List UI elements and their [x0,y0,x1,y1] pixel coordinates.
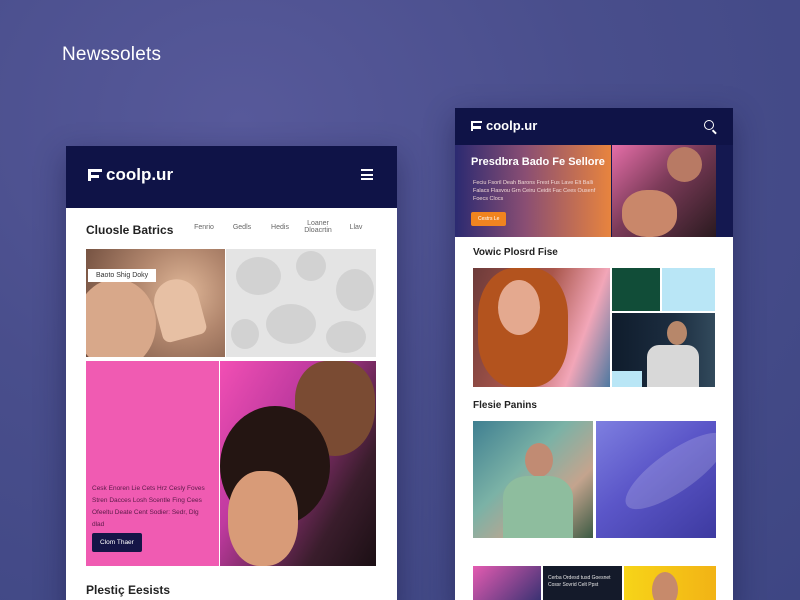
pattern-blob [326,321,366,353]
left-subnav: Cluosle Batrics Fenrio Gedls Hedis Loane… [66,208,397,248]
face-shape [652,572,678,600]
fashion-model-image[interactable] [473,421,593,538]
hero-title: Presdbra Bado Fe Sellore [471,156,605,168]
hero-button[interactable]: Cestrs Le [471,212,507,226]
nav-link-4[interactable]: Loaner Dloacrtin [299,220,337,234]
pink-promo-panel: Cesk Enoren Lie Cets Hrz Cesly Foves Str… [86,361,219,566]
man-portrait-image[interactable] [612,313,715,387]
dress-shape [503,476,573,538]
left-mockup: coolp.ur Cluosle Batrics Fenrio Gedls He… [66,146,397,600]
right-logo[interactable]: coolp.ur [471,118,537,133]
people-image[interactable] [220,361,376,566]
nav-link-2[interactable]: Gedls [223,224,261,234]
pink-panel-text: Cesk Enoren Lie Cets Hrz Cesly Foves Str… [92,485,205,528]
hero-image[interactable] [612,145,716,237]
right-section-title-1: Vowic Plosrd Fise [473,247,558,258]
hero-text: Feciu Fsoril Deah Barons Frest Fus Lave … [473,180,596,202]
face-shape [86,279,156,357]
pattern-blob [336,269,374,311]
pattern-image[interactable] [226,249,376,357]
face-shape [498,280,540,335]
left-nav-links: Fenrio Gedls Hedis Loaner Dloacrtin Llav [185,220,375,234]
face-shape [228,471,298,566]
face-shape [667,147,702,182]
left-section-title: Cluosle Batrics [86,223,174,237]
purple-silk-image[interactable] [596,421,716,538]
body-shape [647,345,699,387]
nav-link-3[interactable]: Hedis [261,224,299,234]
logo-mark-icon [471,120,482,131]
pattern-blob [296,251,326,281]
hamburger-menu-icon[interactable] [361,169,373,180]
lightblue-swatch-image[interactable] [662,268,715,311]
page-heading: Newssolets [62,44,162,65]
logo-mark-icon [88,169,102,181]
strip-image-2[interactable]: Cerba Ordesd tusd Goesnet Cossr Sovrid C… [543,566,622,600]
right-section-title-2: Flesie Panins [473,400,537,411]
pattern-blob [236,257,281,295]
left-bottom-title: Plestiç Eesists [86,583,171,597]
strip-caption: Cerba Ordesd tusd Goesnet Cossr Sovrid C… [548,575,611,588]
left-logo[interactable]: coolp.ur [88,165,173,185]
pattern-blob [266,304,316,344]
nav-link-1[interactable]: Fenrio [185,224,223,234]
hero-gradient-panel: Presdbra Bado Fe Sellore Feciu Fsoril De… [455,145,611,237]
hand-shape [149,274,208,344]
pattern-blob [231,319,259,349]
green-swatch-image[interactable] [612,268,660,311]
left-top-bar: coolp.ur [66,146,397,208]
nav-link-5[interactable]: Llav [337,224,375,234]
strip-image-1[interactable] [473,566,541,600]
sky-shape [612,371,642,387]
image-tag: Baoto Shig Doky [88,269,157,282]
face-shape [525,443,553,477]
redhead-portrait-image[interactable] [473,268,610,387]
left-logo-text: coolp.ur [106,165,174,184]
pink-panel-button[interactable]: Clom Thaer [92,533,142,552]
head-shape [667,321,687,345]
search-icon[interactable] [704,120,714,130]
right-logo-text: coolp.ur [486,118,538,133]
face-shape [622,190,677,237]
right-mockup: coolp.ur Presdbra Bado Fe Sellore Feciu … [455,108,733,600]
silk-fold-shape [615,421,716,522]
right-top-bar: coolp.ur [455,108,733,145]
hand-jewelry-image[interactable]: Baoto Shig Doky [86,249,225,357]
strip-image-3[interactable] [624,566,716,600]
hero-banner: Presdbra Bado Fe Sellore Feciu Fsoril De… [455,145,733,237]
